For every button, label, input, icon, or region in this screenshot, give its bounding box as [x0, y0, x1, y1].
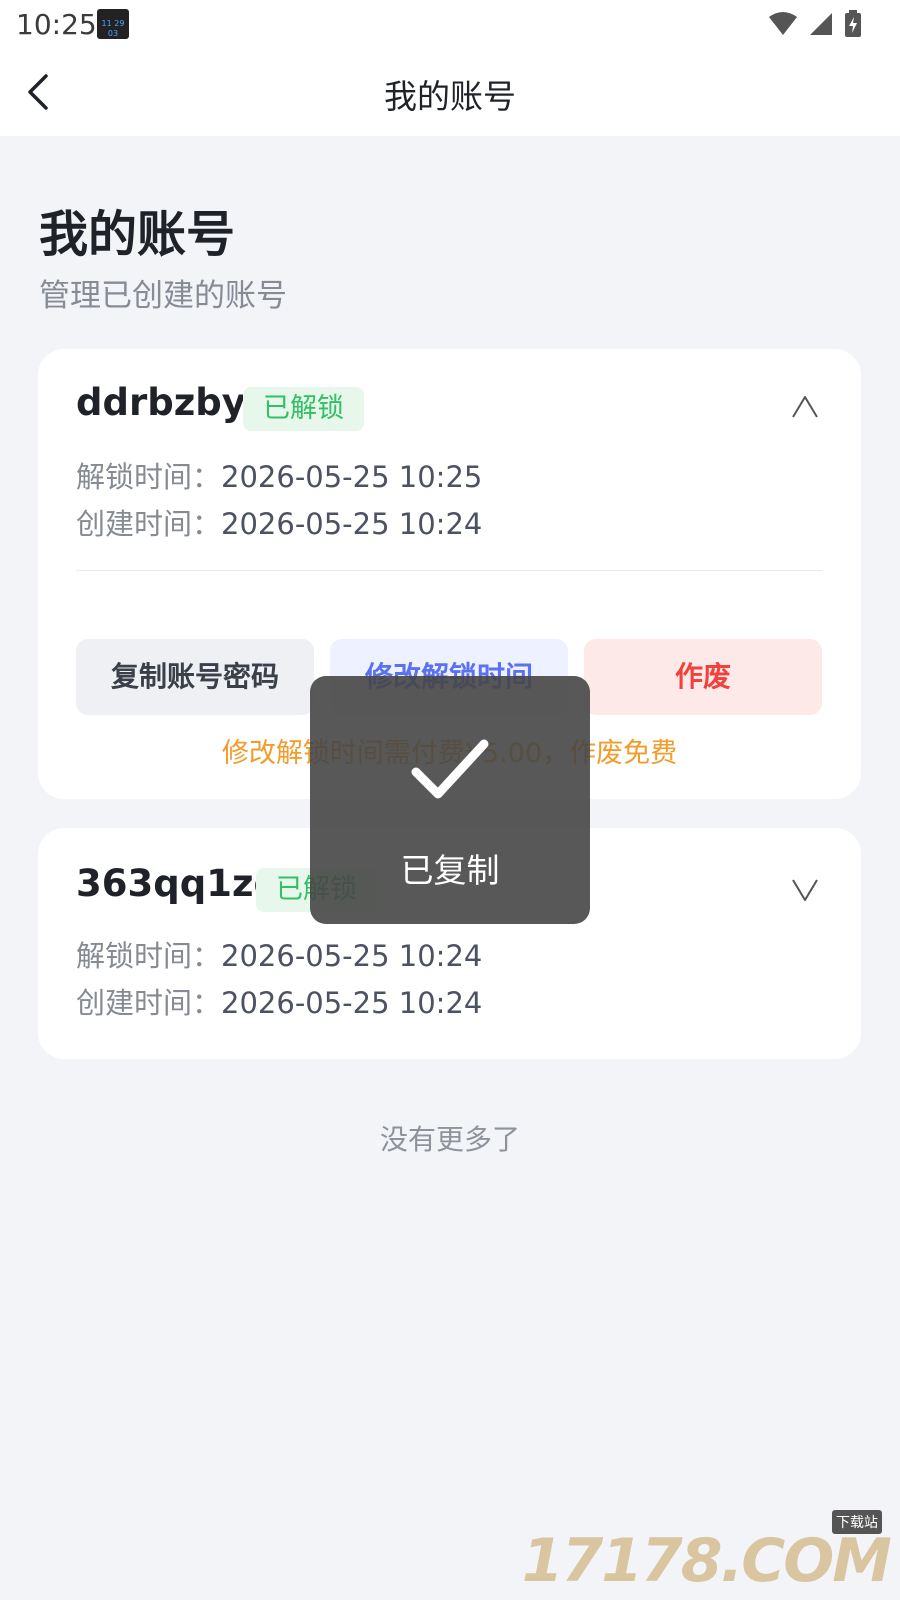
top-bar-title: 我的账号 [384, 77, 516, 116]
watermark-logo: 17178.COM [521, 1526, 892, 1596]
copy-credentials-button[interactable]: 复制账号密码 [76, 639, 314, 715]
checkmark-icon [411, 739, 489, 799]
expand-button[interactable] [787, 872, 823, 908]
unlock-time-label: 解锁时间： [76, 939, 222, 973]
unlock-time-label: 解锁时间： [76, 460, 222, 494]
created-time-value: 2026-05-25 10:24 [221, 986, 483, 1020]
top-nav-bar: 我的账号 [0, 48, 900, 136]
unlock-time-row: 解锁时间：2026-05-25 10:25 [76, 454, 482, 496]
created-time-value: 2026-05-25 10:24 [221, 507, 483, 541]
toast-message: 已复制 [400, 851, 500, 890]
account-name: ddrbzbya [76, 381, 271, 424]
void-account-button[interactable]: 作废 [584, 639, 822, 715]
unlock-time-value: 2026-05-25 10:25 [221, 460, 483, 494]
signal-icon [810, 13, 832, 35]
no-more-text: 没有更多了 [379, 1123, 520, 1156]
copied-toast: 已复制 [310, 676, 590, 924]
collapse-button[interactable] [787, 391, 823, 427]
status-bar: 10:25 11 29 03 [0, 0, 900, 48]
status-time: 10:25 [16, 8, 97, 41]
created-time-row: 创建时间：2026-05-25 10:24 [76, 980, 482, 1022]
page-title: 我的账号 [39, 206, 236, 263]
created-time-row: 创建时间：2026-05-25 10:24 [76, 501, 482, 543]
chevron-up-icon [792, 396, 818, 418]
created-time-label: 创建时间： [76, 986, 222, 1020]
account-name: 363qq1ze [76, 862, 279, 905]
divider [76, 570, 823, 571]
notification-app-icon-text: 11 29 03 [101, 19, 125, 38]
battery-charging-icon [845, 10, 861, 37]
wifi-icon [769, 12, 797, 35]
page-subtitle: 管理已创建的账号 [39, 278, 287, 314]
notification-app-icon: 11 29 03 [97, 9, 129, 39]
status-icons [768, 10, 862, 38]
unlock-time-value: 2026-05-25 10:24 [221, 939, 483, 973]
created-time-label: 创建时间： [76, 507, 222, 541]
unlock-time-row: 解锁时间：2026-05-25 10:24 [76, 933, 482, 975]
status-badge: 已解锁 [243, 387, 364, 431]
chevron-down-icon [792, 879, 818, 901]
